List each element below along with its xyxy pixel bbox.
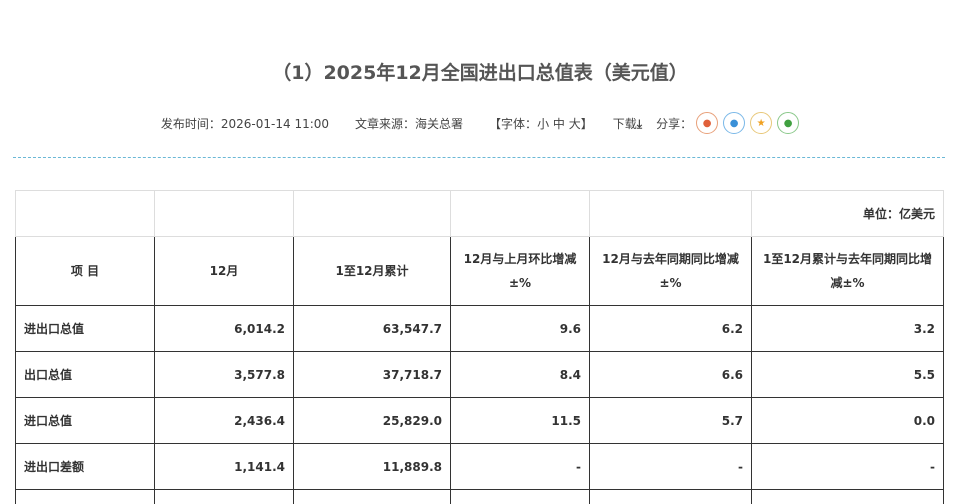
- page-title: （1）2025年12月全国进出口总值表（美元值）: [272, 62, 688, 84]
- cell: -: [450, 443, 590, 490]
- font-small[interactable]: 小: [537, 117, 549, 131]
- trade-table: 单位：亿美元 项 目 12月 1至12月累计 12月与上月环比增减±% 12月与去年同期…: [15, 190, 944, 504]
- cell: 25,829.0: [293, 397, 451, 444]
- font-size-control: 【字体：小 中 大】: [489, 115, 593, 132]
- font-label: 【字体：: [489, 116, 538, 131]
- table-row: 出口总值 3,577.8 37,718.7 8.4 6.6 5.5: [15, 351, 944, 398]
- cell: 0.0: [751, 397, 944, 444]
- font-large[interactable]: 大】: [569, 117, 593, 131]
- qq-icon[interactable]: ●: [723, 112, 746, 134]
- cell: 1,141.4: [154, 443, 294, 490]
- publish-time: 发布时间：2026-01-14 11:00: [160, 116, 330, 131]
- cell: -: [589, 443, 752, 490]
- download-icon: ⤓: [636, 116, 643, 131]
- article-meta: 发布时间：2026-01-14 11:00 文章来源：海关总署 【字体：小 中 …: [0, 112, 960, 134]
- unit-label: 单位：亿美元: [751, 190, 944, 237]
- cell: 3.2: [751, 305, 944, 352]
- cell: 3,577.8: [154, 351, 294, 398]
- table-row: 进出口差额 1,141.4 11,889.8- - -: [15, 443, 944, 490]
- cell: 37,718.7: [293, 351, 451, 398]
- column-header: 12月: [154, 236, 294, 306]
- row-label: 进出口差额: [15, 443, 155, 490]
- column-header: 项 目: [15, 236, 155, 306]
- cell: -: [751, 443, 944, 490]
- qzone-star-icon[interactable]: ★: [750, 112, 773, 134]
- row-label: 进出口总值: [15, 305, 155, 352]
- cell: 11,889.8: [293, 443, 451, 490]
- wechat-icon[interactable]: ●: [777, 112, 800, 134]
- source: 文章来源：海关总署: [355, 116, 464, 131]
- table-row: 进口总值 2,436.4 25,829.0 11.5 5.7 0.0: [15, 397, 944, 444]
- cell: 9.6: [450, 305, 590, 352]
- cell: 6.2: [589, 305, 752, 352]
- column-header: 1至12月累计: [293, 236, 451, 306]
- cell: 11.5: [450, 397, 590, 444]
- row-label: 进口总值: [15, 397, 155, 444]
- cell: 2,436.4: [154, 397, 294, 444]
- divider: [13, 157, 945, 158]
- cell: 8.4: [450, 351, 590, 398]
- weibo-icon[interactable]: ●: [696, 112, 719, 134]
- table-row: 进出口总值 6,014.2 63,547.7 9.6 6.2 3.2: [15, 305, 944, 352]
- column-header: 1至12月累计与去年同期同比增减±%: [751, 236, 944, 306]
- cell: 6.6: [589, 351, 752, 398]
- share-label: 分享：: [656, 116, 693, 131]
- download-link[interactable]: 下载⤓: [613, 115, 642, 132]
- download-label: 下载: [612, 116, 637, 131]
- cell: 5.5: [751, 351, 944, 398]
- cell: 6,014.2: [154, 305, 294, 352]
- column-header: 12月与上月环比增减±%: [450, 236, 590, 306]
- row-label: 出口总值: [15, 351, 155, 398]
- cell: 5.7: [589, 397, 752, 444]
- column-header: 12月与去年同期同比增减±%: [589, 236, 752, 306]
- cell: 63,547.7: [293, 305, 451, 352]
- font-medium[interactable]: 中: [553, 117, 565, 131]
